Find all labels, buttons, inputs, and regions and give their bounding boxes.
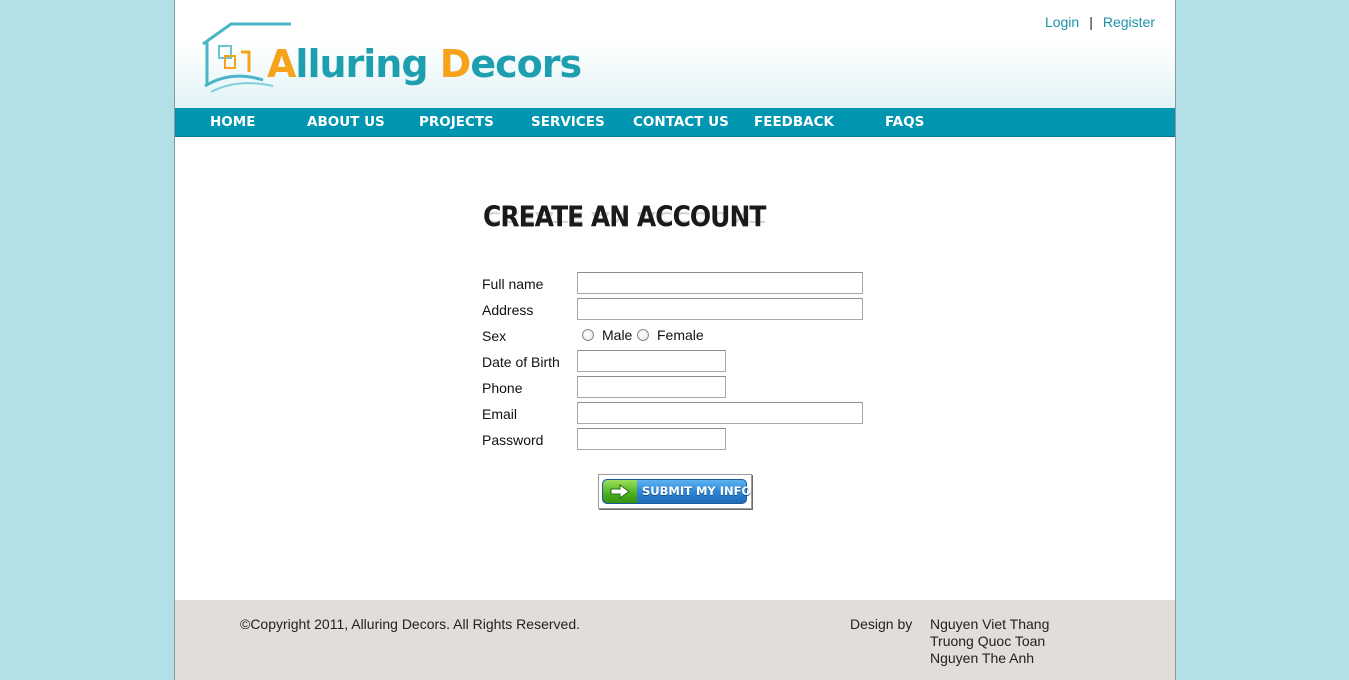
phone-input[interactable] [577, 376, 726, 398]
site-footer: ©Copyright 2011, Alluring Decors. All Ri… [175, 600, 1175, 680]
account-links: Login | Register [1045, 14, 1155, 30]
form-title-reflection: CREATE AN ACCOUNT [483, 208, 766, 226]
main-nav: HOME ABOUT US PROJECTS SERVICES CONTACT … [175, 108, 1175, 137]
female-radio[interactable] [637, 329, 649, 341]
sex-option-female[interactable]: Female [637, 327, 704, 343]
submit-button-face: SUBMIT MY INFO [602, 479, 751, 504]
password-input[interactable] [577, 428, 726, 450]
designers-list: Nguyen Viet Thang Truong Quoc Toan Nguye… [930, 616, 1049, 667]
nav-item-feedback[interactable]: FEEDBACK [754, 108, 834, 137]
nav-item-projects[interactable]: PROJECTS [419, 108, 494, 137]
sex-label: Sex [482, 328, 507, 344]
address-input[interactable] [577, 298, 863, 320]
dob-input[interactable] [577, 350, 726, 372]
design-by-label: Design by [850, 616, 913, 632]
site-logo[interactable]: Alluring Decors [201, 22, 582, 94]
email-input[interactable] [577, 402, 863, 424]
designer-name: Truong Quoc Toan [930, 633, 1046, 649]
designer-name: Nguyen The Anh [930, 650, 1035, 666]
nav-item-contact-us[interactable]: CONTACT US [633, 108, 729, 137]
arrow-right-icon [610, 484, 630, 499]
female-label: Female [657, 327, 704, 343]
nav-item-faqs[interactable]: FAQS [885, 108, 924, 137]
register-link[interactable]: Register [1103, 14, 1155, 30]
copyright-text: ©Copyright 2011, Alluring Decors. All Ri… [240, 616, 580, 632]
dob-label: Date of Birth [482, 354, 560, 370]
submit-button-label: SUBMIT MY INFO [642, 484, 752, 498]
nav-item-home[interactable]: HOME [210, 108, 255, 137]
male-radio[interactable] [582, 329, 594, 341]
logo-word-decors: ecors [470, 42, 582, 86]
logo-word-alluring: lluring [295, 42, 440, 86]
sex-option-male[interactable]: Male [582, 327, 632, 343]
full-name-label: Full name [482, 276, 544, 292]
logo-letter-a: A [267, 42, 296, 86]
designer-name: Nguyen Viet Thang [930, 616, 1050, 632]
submit-button[interactable]: SUBMIT MY INFO [598, 474, 752, 509]
nav-item-services[interactable]: SERVICES [531, 108, 605, 137]
logo-letter-d: D [439, 42, 472, 86]
login-link[interactable]: Login [1045, 14, 1079, 30]
full-name-input[interactable] [577, 272, 863, 294]
nav-item-about-us[interactable]: ABOUT US [307, 108, 385, 137]
page-container: Alluring Decors Login | Register HOME ABOU… [174, 0, 1176, 680]
phone-label: Phone [482, 380, 523, 396]
link-separator: | [1089, 14, 1093, 30]
site-header: Alluring Decors Login | Register [175, 0, 1175, 108]
logo-wordmark: Alluring Decors [267, 40, 582, 88]
password-label: Password [482, 432, 544, 448]
submit-arrow-box [603, 480, 637, 503]
email-label: Email [482, 406, 518, 422]
address-label: Address [482, 302, 534, 318]
male-label: Male [602, 327, 633, 343]
